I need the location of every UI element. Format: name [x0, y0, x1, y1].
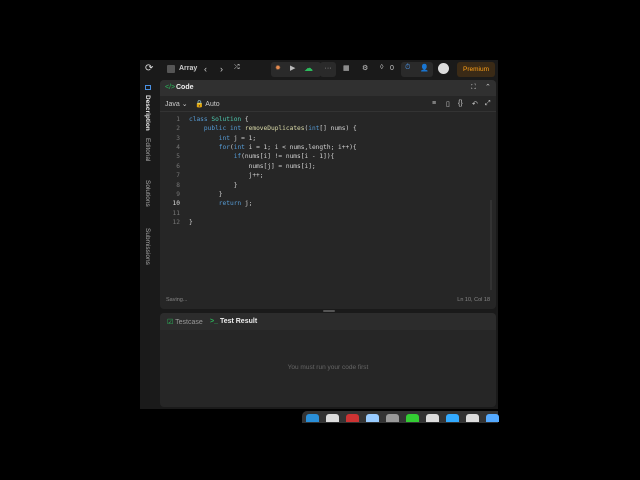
line-number: 8	[176, 181, 180, 189]
test-result-tab[interactable]: >_ Test Result	[210, 318, 257, 325]
code-line[interactable]: 1 class Solution {	[160, 115, 480, 124]
format-icon[interactable]: ≡	[432, 100, 436, 107]
language-label: Java	[165, 101, 180, 108]
line-number: 10	[172, 200, 180, 208]
maximize-icon[interactable]: ⛶	[471, 84, 476, 92]
line-number: 3	[176, 134, 180, 142]
code-line[interactable]: 8 }	[160, 181, 480, 190]
streak-icon[interactable]: ◊	[380, 64, 383, 71]
test-result-label: Test Result	[219, 318, 258, 325]
more-button[interactable]: ···	[320, 62, 336, 77]
line-number: 2	[176, 125, 180, 133]
code-line[interactable]: 11	[160, 209, 480, 218]
sidebar-tab-description[interactable]: Description	[144, 95, 151, 131]
line-number: 11	[172, 209, 180, 217]
code-icon: </>	[165, 84, 176, 91]
code-line[interactable]: 2 public int removeDuplicates(int[] nums…	[160, 124, 480, 133]
code-line[interactable]: 6 nums[j] = nums[i];	[160, 162, 480, 171]
reset-icon[interactable]: ↶	[472, 100, 478, 108]
dock-app-icon[interactable]	[346, 414, 359, 422]
sidebar-tab-solutions[interactable]: Solutions	[144, 180, 151, 207]
code-line[interactable]: 3 int j = 1;	[160, 134, 480, 143]
problem-list-icon[interactable]	[167, 65, 175, 73]
code-header	[160, 80, 496, 96]
testcase-tab[interactable]: ☑ Testcase	[167, 318, 203, 326]
code-line[interactable]: 12}	[160, 218, 480, 227]
code-text: }	[189, 218, 193, 226]
cursor-position: Ln 10, Col 18	[457, 297, 490, 303]
dock-app-icon[interactable]	[366, 414, 379, 422]
code-text: if(nums[i] != nums[i - 1]){	[189, 153, 335, 161]
code-text: j++;	[189, 172, 264, 180]
autosave-toggle[interactable]: 🔒 Auto	[195, 100, 220, 108]
code-line[interactable]: 5 if(nums[i] != nums[i - 1]){	[160, 152, 480, 161]
settings-icon[interactable]: ⚙	[362, 64, 368, 72]
testcase-label: Testcase	[175, 319, 203, 326]
premium-button[interactable]: Premium	[457, 62, 495, 77]
layout-icon[interactable]: ▦	[343, 64, 350, 72]
dock-app-icon[interactable]	[466, 414, 479, 422]
language-select[interactable]: Java ⌄	[165, 100, 188, 108]
empty-result-message: You must run your code first	[287, 364, 369, 371]
editor-scrollbar[interactable]	[490, 200, 492, 290]
line-number: 12	[172, 218, 180, 226]
code-text: return j;	[189, 200, 253, 208]
autosave-label: Auto	[205, 101, 220, 108]
code-title: Code	[176, 84, 194, 91]
sidebar-tab-submissions[interactable]: Submissions	[144, 228, 151, 265]
code-text: int j = 1;	[189, 134, 257, 142]
code-editor[interactable]: 1 class Solution {2 public int removeDupl…	[160, 115, 480, 227]
avatar[interactable]	[438, 63, 449, 74]
line-number: 7	[176, 172, 180, 180]
submit-button[interactable]: ☁	[304, 63, 313, 74]
save-status: Saving...	[166, 297, 188, 303]
code-text: }	[189, 181, 238, 189]
prev-problem-button[interactable]: ‹	[204, 64, 207, 74]
dock-app-icon[interactable]	[486, 414, 499, 422]
debug-icon[interactable]: ✹	[275, 64, 281, 72]
terminal-icon: >_	[210, 318, 218, 325]
line-number: 5	[176, 153, 180, 161]
add-friend-icon[interactable]: 👤	[420, 64, 429, 72]
shuffle-icon[interactable]: ⤮	[234, 64, 240, 72]
code-text: for(int i = 1; i < nums,length; i++){	[189, 144, 357, 152]
code-line[interactable]: 4 for(int i = 1; i < nums,length; i++){	[160, 143, 480, 152]
collapse-icon[interactable]: ⌃	[485, 83, 491, 91]
code-line[interactable]: 9 }	[160, 190, 480, 199]
dock-app-icon[interactable]	[306, 414, 319, 422]
line-number: 1	[176, 116, 180, 123]
code-text: }	[189, 190, 223, 198]
next-problem-button[interactable]: ›	[220, 64, 223, 74]
description-icon[interactable]	[145, 85, 151, 90]
code-text: public int removeDuplicates(int[] nums) …	[189, 125, 357, 133]
bookmark-icon[interactable]: ▯	[446, 100, 450, 108]
problem-list-link[interactable]: Array	[179, 65, 197, 72]
code-text: class Solution {	[189, 116, 249, 123]
line-number: 9	[176, 190, 180, 198]
resize-handle[interactable]	[323, 310, 335, 312]
dock-app-icon[interactable]	[426, 414, 439, 422]
line-number: 6	[176, 162, 180, 170]
code-line[interactable]: 10 return j;	[160, 199, 480, 208]
dock-app-icon[interactable]	[406, 414, 419, 422]
dock-app-icon[interactable]	[326, 414, 339, 422]
dock-app-icon[interactable]	[386, 414, 399, 422]
streak-count: 0	[390, 65, 394, 72]
sidebar-tab-editorial[interactable]: Editorial	[144, 138, 151, 161]
code-line[interactable]: 7 j++;	[160, 171, 480, 180]
timer-icon[interactable]: ⏱	[405, 64, 410, 72]
run-button[interactable]: ▶	[290, 64, 295, 72]
line-number: 4	[176, 144, 180, 152]
fullscreen-icon[interactable]: ⤢	[485, 100, 491, 108]
code-text: nums[j] = nums[i];	[189, 162, 316, 170]
leetcode-logo[interactable]: ⟳	[145, 63, 153, 74]
checkbox-icon: ☑	[167, 319, 174, 326]
dock-app-icon[interactable]	[446, 414, 459, 422]
toolbar-divider	[160, 111, 496, 112]
braces-icon[interactable]: {}	[458, 100, 463, 107]
